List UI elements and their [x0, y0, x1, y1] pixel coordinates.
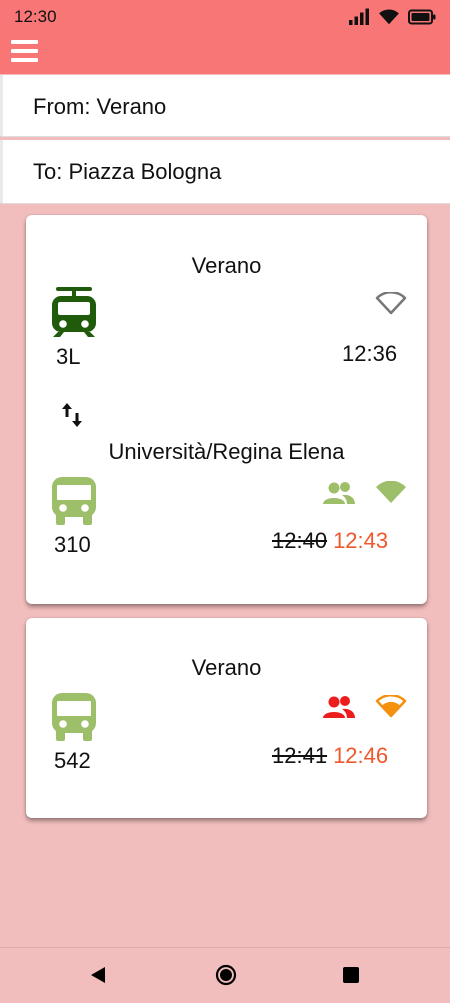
from-text: From: Verano	[33, 94, 167, 119]
home-icon[interactable]	[215, 964, 237, 986]
departure-time: 12:36	[342, 341, 397, 367]
scheduled-time: 12:36	[342, 341, 398, 366]
wifi-status-icon	[379, 9, 399, 25]
back-icon[interactable]	[89, 966, 107, 984]
bus-icon	[52, 477, 96, 525]
from-field[interactable]: From: Verano	[0, 75, 450, 137]
realtime-time: 12:43	[333, 528, 389, 553]
scheduled-time: 12:40	[272, 528, 328, 553]
departure-time: 12:40 12:43	[272, 528, 388, 554]
cell-signal-icon	[349, 8, 369, 25]
signal-good-icon	[376, 481, 406, 503]
scheduled-time: 12:41	[272, 743, 328, 768]
crowd-high-icon	[323, 696, 355, 718]
route-card[interactable]: Verano 3L 12:36 Università/Regina Elena …	[26, 215, 427, 604]
to-field[interactable]: To: Piazza Bologna	[0, 140, 450, 204]
stop-name: Università/Regina Elena	[108, 439, 345, 464]
status-icons	[348, 8, 436, 26]
stop-name: Verano	[191, 253, 262, 278]
line-number: 542	[54, 748, 91, 773]
tram-icon	[52, 287, 96, 337]
line-number: 310	[54, 532, 91, 557]
swap-vert-icon	[62, 403, 82, 427]
crowd-low-icon	[323, 482, 355, 504]
line-number: 3L	[56, 344, 81, 369]
system-nav-bar	[0, 947, 450, 1003]
menu-icon[interactable]	[11, 38, 39, 64]
bus-icon	[52, 693, 96, 741]
wifi-outline-icon	[375, 292, 407, 315]
app-bar: 12:30	[0, 0, 450, 74]
to-text: To: Piazza Bologna	[33, 159, 222, 184]
signal-medium-icon	[375, 695, 407, 718]
recents-icon[interactable]	[342, 966, 360, 984]
realtime-time: 12:46	[333, 743, 389, 768]
status-time: 12:30	[14, 7, 57, 26]
route-card[interactable]: Verano 542 12:41 12:46	[26, 618, 427, 818]
battery-icon	[408, 9, 436, 25]
departure-time: 12:41 12:46	[272, 743, 388, 769]
stop-name: Verano	[191, 655, 262, 680]
